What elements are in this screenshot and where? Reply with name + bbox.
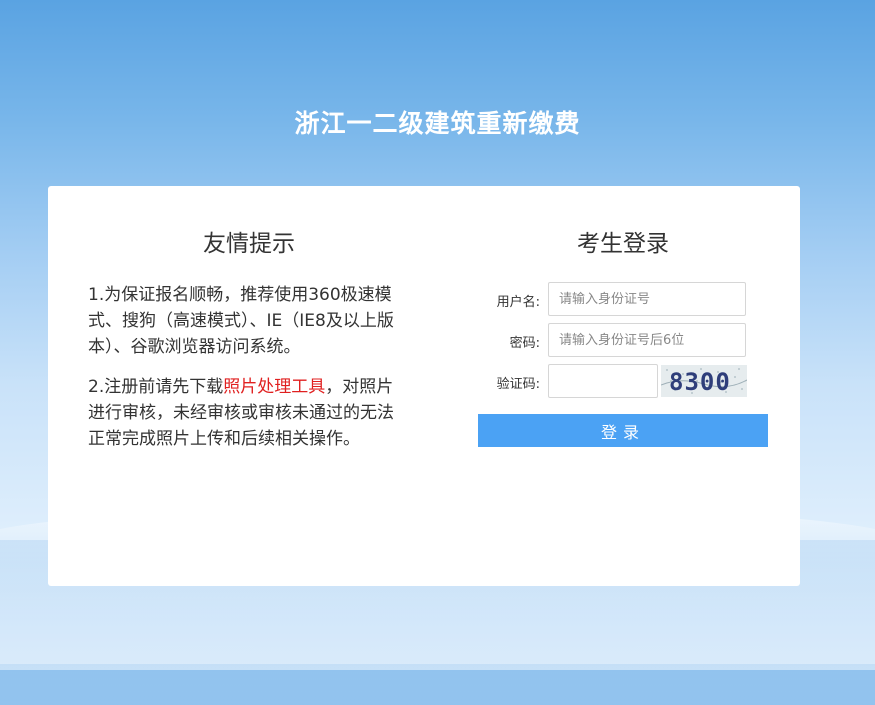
- login-button[interactable]: 登录: [478, 414, 768, 447]
- photo-tool-link[interactable]: 照片处理工具: [223, 377, 325, 397]
- captcha-input[interactable]: [548, 364, 658, 398]
- username-row: 用户名:: [478, 282, 768, 318]
- captcha-row: 验证码: 8300: [478, 364, 768, 400]
- main-card: 友情提示 1.为保证报名顺畅，推荐使用360极速模式、搜狗（高速模式）、IE（I…: [48, 186, 800, 586]
- login-title: 考生登录: [577, 231, 669, 257]
- captcha-label: 验证码:: [496, 377, 540, 392]
- tip-photo-tool: 2.注册前请先下载照片处理工具，对照片进行审核，未经审核或审核未通过的无法正常完…: [88, 374, 410, 452]
- password-row: 密码:: [478, 323, 768, 359]
- page-title: 浙江一二级建筑重新缴费: [294, 109, 581, 138]
- username-label: 用户名:: [496, 295, 540, 310]
- captcha-text: 8300: [669, 368, 731, 396]
- login-panel: 考生登录 用户名: 密码: 验证码:: [478, 224, 768, 447]
- password-input[interactable]: [548, 323, 746, 357]
- tips-title: 友情提示: [203, 231, 295, 257]
- tip-browser: 1.为保证报名顺畅，推荐使用360极速模式、搜狗（高速模式）、IE（IE8及以上…: [88, 285, 394, 357]
- tip-photo-tool-before: 2.注册前请先下载: [88, 377, 224, 397]
- username-input[interactable]: [548, 282, 746, 316]
- password-label: 密码:: [509, 336, 540, 351]
- tips-panel: 友情提示 1.为保证报名顺畅，推荐使用360极速模式、搜狗（高速模式）、IE（I…: [88, 224, 410, 466]
- captcha-image[interactable]: 8300: [661, 365, 747, 397]
